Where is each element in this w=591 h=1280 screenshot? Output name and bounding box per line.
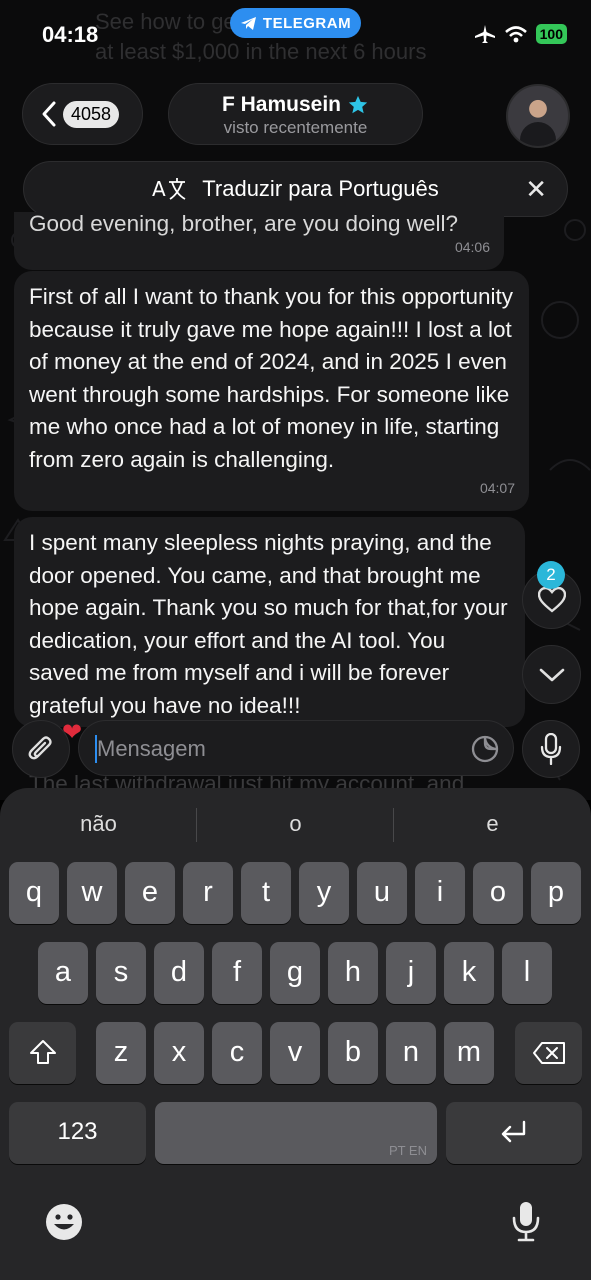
key-z[interactable]: z: [96, 1022, 146, 1084]
contact-avatar[interactable]: [506, 84, 570, 148]
sticker-icon[interactable]: [471, 735, 499, 763]
backspace-key[interactable]: [515, 1022, 582, 1084]
chevron-down-icon: [539, 668, 564, 681]
airplane-icon: [474, 25, 495, 43]
key-b[interactable]: b: [328, 1022, 378, 1084]
telegram-app-pill[interactable]: TELEGRAM: [230, 8, 361, 38]
message-text: Good evening, brother, are you doing wel…: [29, 212, 459, 236]
key-a[interactable]: a: [38, 942, 88, 1004]
key-j[interactable]: j: [386, 942, 436, 1004]
suggestion-1[interactable]: não: [0, 802, 197, 846]
close-icon[interactable]: ✕: [525, 176, 547, 202]
key-f[interactable]: f: [212, 942, 262, 1004]
message-bubble[interactable]: Good evening, brother, are you doing wel…: [14, 212, 504, 270]
battery-indicator: 100: [535, 24, 567, 44]
backspace-icon: [532, 1042, 565, 1064]
shift-key[interactable]: [9, 1022, 76, 1084]
key-s[interactable]: s: [96, 942, 146, 1004]
translate-label: Traduzir para Português: [202, 176, 439, 201]
contact-last-seen: visto recentemente: [223, 118, 368, 137]
emoji-icon: [46, 1204, 82, 1240]
message-text: First of all I want to thank you for thi…: [29, 284, 513, 472]
telegram-pill-label: TELEGRAM: [262, 14, 352, 32]
paperclip-icon: [28, 736, 52, 760]
message-text: I spent many sleepless nights praying, a…: [29, 530, 508, 718]
reactions-count-badge: 2: [537, 561, 565, 589]
key-x[interactable]: x: [154, 1022, 204, 1084]
numbers-key[interactable]: 123: [9, 1102, 146, 1164]
key-u[interactable]: u: [357, 862, 407, 924]
translate-icon: A: [152, 177, 186, 201]
key-t[interactable]: t: [241, 862, 291, 924]
key-h[interactable]: h: [328, 942, 378, 1004]
message-bubble[interactable]: I spent many sleepless nights praying, a…: [14, 517, 525, 727]
attach-button[interactable]: [12, 720, 70, 778]
key-n[interactable]: n: [386, 1022, 436, 1084]
key-q[interactable]: q: [9, 862, 59, 924]
return-key[interactable]: [446, 1102, 582, 1164]
message-time: 04:07: [479, 479, 515, 496]
return-icon: [501, 1120, 526, 1143]
contact-name: F Hamusein: [221, 93, 342, 116]
key-i[interactable]: i: [415, 862, 465, 924]
space-key[interactable]: PT EN: [155, 1102, 437, 1164]
translate-bar[interactable]: A Traduzir para Português ✕: [23, 161, 568, 217]
key-m[interactable]: m: [444, 1022, 494, 1084]
telegram-plane-icon: [240, 16, 256, 30]
suggestion-3[interactable]: e: [394, 802, 591, 846]
wifi-icon: [504, 25, 527, 42]
unread-count-badge: 4058: [63, 100, 120, 128]
key-y[interactable]: y: [299, 862, 349, 924]
key-d[interactable]: d: [154, 942, 204, 1004]
message-input-field[interactable]: [78, 720, 514, 776]
clock: 04:18: [42, 22, 99, 47]
status-icons: 100: [474, 24, 567, 44]
status-bar: 04:18 TELEGRAM 100: [0, 0, 591, 70]
dictation-button[interactable]: [511, 1200, 541, 1247]
message-input[interactable]: [95, 731, 459, 767]
suggestion-2[interactable]: o: [197, 802, 394, 846]
chevron-left-icon: [42, 101, 56, 127]
svg-text:A: A: [152, 177, 166, 201]
keyboard: não o e q w e r t y u i o p a s d f g h …: [0, 788, 591, 1280]
chat-title[interactable]: F Hamusein visto recentemente: [168, 83, 423, 145]
key-o[interactable]: o: [473, 862, 523, 924]
key-l[interactable]: l: [502, 942, 552, 1004]
microphone-icon: [512, 1202, 540, 1242]
message-time: 04:06: [454, 238, 490, 255]
voice-message-button[interactable]: [522, 720, 580, 778]
key-g[interactable]: g: [270, 942, 320, 1004]
keyboard-language-hint: PT EN: [388, 1143, 427, 1158]
key-w[interactable]: w: [67, 862, 117, 924]
shift-icon: [29, 1040, 56, 1064]
key-p[interactable]: p: [531, 862, 581, 924]
key-k[interactable]: k: [444, 942, 494, 1004]
scroll-down-button[interactable]: [522, 645, 581, 704]
key-c[interactable]: c: [212, 1022, 262, 1084]
microphone-icon: [540, 733, 562, 765]
key-v[interactable]: v: [270, 1022, 320, 1084]
emoji-button[interactable]: [44, 1202, 84, 1247]
back-button[interactable]: 4058: [22, 83, 143, 145]
text-caret: [95, 735, 97, 763]
heart-outline-icon: [537, 586, 566, 613]
key-e[interactable]: e: [125, 862, 175, 924]
message-bubble[interactable]: First of all I want to thank you for thi…: [14, 271, 529, 511]
key-r[interactable]: r: [183, 862, 233, 924]
premium-star-icon: [348, 95, 368, 114]
